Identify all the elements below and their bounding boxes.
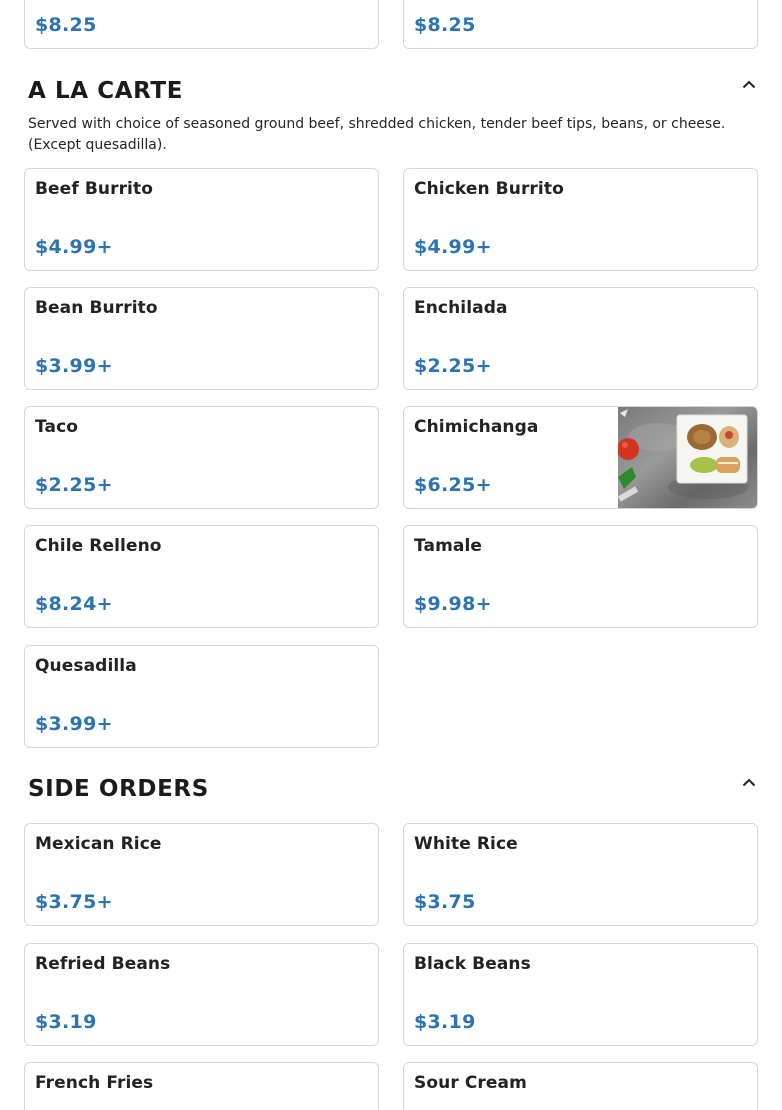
item-name: Chile Relleno <box>35 536 162 556</box>
menu-item-sour-cream[interactable]: Sour Cream <box>403 1062 758 1110</box>
menu-item-taco[interactable]: Taco $2.25+ <box>24 406 379 509</box>
item-name: Chicken Burrito <box>414 179 564 199</box>
item-name: Black Beans <box>414 954 531 974</box>
item-name: Bean Burrito <box>35 298 158 318</box>
item-price: $6.25+ <box>414 474 492 496</box>
chimichanga-photo <box>618 407 757 508</box>
item-price: $2.25+ <box>35 474 113 496</box>
item-name: Tamale <box>414 536 483 556</box>
item-name: Taco <box>35 417 79 437</box>
menu-item-beef-burrito[interactable]: Beef Burrito $4.99+ <box>24 168 379 271</box>
item-name: French Fries <box>35 1073 154 1093</box>
section-title-side-orders: SIDE ORDERS <box>28 776 209 802</box>
menu-item-white-rice[interactable]: White Rice $3.75 <box>403 823 758 926</box>
menu-item-card[interactable]: $8.25 <box>24 0 379 49</box>
item-price: $3.99+ <box>35 713 113 735</box>
item-price: $8.24+ <box>35 593 113 615</box>
item-name: Chimichanga <box>414 417 539 437</box>
item-name: Quesadilla <box>35 656 137 676</box>
item-price: $3.19 <box>35 1011 97 1033</box>
item-name: Sour Cream <box>414 1073 527 1093</box>
item-price: $3.75+ <box>35 891 113 913</box>
item-name: Beef Burrito <box>35 179 153 199</box>
item-name: Refried Beans <box>35 954 171 974</box>
menu-item-chile-relleno[interactable]: Chile Relleno $8.24+ <box>24 525 379 628</box>
menu-item-chimichanga[interactable]: Chimichanga $6.25+ <box>403 406 758 509</box>
section-description: Served with choice of seasoned ground be… <box>28 116 726 153</box>
menu-item-quesadilla[interactable]: Quesadilla $3.99+ <box>24 645 379 748</box>
menu-item-bean-burrito[interactable]: Bean Burrito $3.99+ <box>24 287 379 390</box>
item-name: Mexican Rice <box>35 834 162 854</box>
item-price: $3.75 <box>414 891 476 913</box>
menu-item-black-beans[interactable]: Black Beans $3.19 <box>403 943 758 1046</box>
menu-item-refried-beans[interactable]: Refried Beans $3.19 <box>24 943 379 1046</box>
item-price: $2.25+ <box>414 355 492 377</box>
menu-item-french-fries[interactable]: French Fries <box>24 1062 379 1110</box>
collapse-a-la-carte-button[interactable] <box>738 73 760 95</box>
item-name: White Rice <box>414 834 518 854</box>
item-price: $8.25 <box>414 14 476 36</box>
menu-item-tamale[interactable]: Tamale $9.98+ <box>403 525 758 628</box>
chevron-up-icon <box>742 778 756 786</box>
item-price: $4.99+ <box>35 236 113 258</box>
menu-item-chicken-burrito[interactable]: Chicken Burrito $4.99+ <box>403 168 758 271</box>
item-price: $3.19 <box>414 1011 476 1033</box>
item-price: $9.98+ <box>414 593 492 615</box>
menu-item-card[interactable]: $8.25 <box>403 0 758 49</box>
item-name: Enchilada <box>414 298 508 318</box>
item-price: $8.25 <box>35 14 97 36</box>
item-price: $3.99+ <box>35 355 113 377</box>
item-price: $4.99+ <box>414 236 492 258</box>
menu-item-mexican-rice[interactable]: Mexican Rice $3.75+ <box>24 823 379 926</box>
collapse-side-orders-button[interactable] <box>738 771 760 793</box>
chevron-up-icon <box>742 80 756 88</box>
menu-item-enchilada[interactable]: Enchilada $2.25+ <box>403 287 758 390</box>
section-title-a-la-carte: A LA CARTE <box>28 78 184 104</box>
